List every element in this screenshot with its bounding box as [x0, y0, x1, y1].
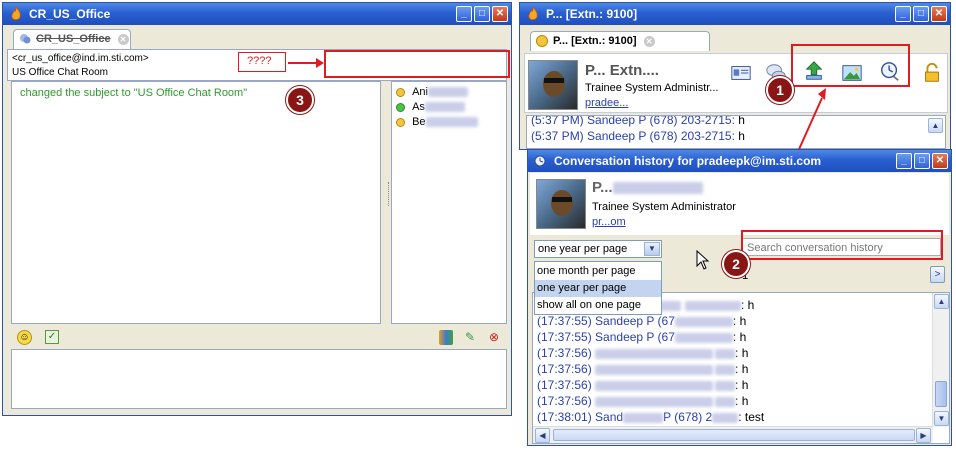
contact-email[interactable]: pradee... [585, 97, 628, 109]
page-size-select[interactable]: one year per page ▼ [534, 240, 662, 258]
compose-toolbar: ☺ ✓ ✎ ⊗ [11, 328, 507, 348]
close-tab-icon[interactable]: ✕ [643, 36, 655, 47]
window-title: Conversation history for pradeepk@im.sti… [554, 154, 822, 168]
im-transcript: (5:37 PM) Sandeep P (678) 203-2715: h (5… [526, 115, 946, 149]
tab-label: P... [Extn.: 9100] [553, 35, 637, 47]
close-button[interactable]: ✕ [492, 6, 508, 22]
chat-room-titlebar[interactable]: CR_US_Office _ □ ✕ [3, 3, 511, 25]
maximize-button[interactable]: □ [474, 6, 490, 22]
scroll-right-button[interactable]: ▶ [916, 428, 931, 443]
page-size-value: one year per page [538, 243, 628, 255]
scroll-thumb[interactable] [553, 429, 915, 441]
contact-title: Trainee System Administrator [592, 201, 736, 213]
im-titlebar[interactable]: P... [Extn.: 9100] _ □ ✕ [520, 3, 950, 25]
minimize-button[interactable]: _ [895, 6, 911, 22]
dropdown-option[interactable]: show all on one page [535, 297, 661, 314]
chat-transcript: changed the subject to "US Office Chat R… [11, 81, 381, 324]
annotation-toolbar-box [791, 44, 910, 87]
away-status-icon [396, 117, 405, 127]
dropdown-option-selected[interactable]: one year per page [535, 280, 661, 297]
next-page-button[interactable]: > [930, 266, 945, 283]
emoticon-icon[interactable]: ☺ [17, 330, 32, 345]
annotation-question-text: ???? [247, 55, 272, 67]
flame-icon [528, 6, 538, 21]
close-button[interactable]: ✕ [932, 153, 948, 169]
minimize-button[interactable]: _ [896, 153, 912, 169]
participant-item[interactable]: Ani [396, 86, 468, 98]
flame-icon [11, 6, 21, 21]
message-input[interactable] [11, 349, 507, 409]
contact-card-icon[interactable] [730, 62, 754, 86]
tab-chat-room[interactable]: CR_US_Office ✕ [13, 29, 131, 49]
mouse-cursor-icon [696, 250, 710, 270]
room-address: <cr_us_office@ind.im.sti.com> [12, 53, 149, 64]
history-line: (17:37:55) Sandeep P (67: h [537, 330, 747, 344]
chat-line: (5:37 PM) Sandeep P (678) 203-2715: h [531, 129, 745, 143]
dropdown-option[interactable]: one month per page [535, 263, 661, 280]
online-status-icon [396, 102, 405, 112]
scroll-left-button[interactable]: ◀ [535, 428, 550, 443]
chevron-down-icon[interactable]: ▼ [644, 242, 660, 256]
history-line: (17:38:01) Sand P (678) 2: test [537, 410, 765, 424]
horizontal-scrollbar[interactable]: ◀ ▶ [533, 426, 933, 443]
spell-check-icon[interactable]: ✓ [45, 330, 59, 344]
history-line: (17:37:56) : h [537, 378, 749, 392]
tab-im-contact[interactable]: P... [Extn.: 9100] ✕ [530, 31, 710, 51]
avatar [536, 179, 586, 229]
history-line: (17:37:56) : h [537, 394, 749, 408]
contact-name: P... Extn.... [585, 62, 659, 79]
participant-list: Ani As Be [388, 81, 507, 324]
avatar[interactable] [528, 60, 578, 110]
annotation-number-3: 3 [286, 86, 314, 114]
history-line: (17:37:56) : h [537, 362, 749, 376]
participant-name: As [412, 101, 425, 113]
splitter-grip[interactable] [388, 182, 390, 206]
annotation-question-box: ???? [238, 52, 286, 72]
participant-item[interactable]: As [396, 101, 465, 113]
annotation-arrow-right [288, 58, 324, 68]
room-name: US Office Chat Room [12, 67, 108, 78]
annotation-number-2: 2 [722, 250, 750, 278]
annotation-number-1: 1 [766, 76, 794, 104]
close-button[interactable]: ✕ [931, 6, 947, 22]
page-size-dropdown-list: one month per page one year per page sho… [534, 261, 662, 315]
close-tab-icon[interactable]: ✕ [117, 34, 129, 45]
history-window-icon [534, 155, 546, 167]
chat-line: (5:37 PM) Sandeep P (678) 203-2715: h [531, 115, 745, 127]
conversation-history-window: Conversation history for pradeepk@im.sti… [527, 149, 952, 446]
participant-name: Be [412, 116, 426, 128]
scroll-up-button[interactable]: ▲ [928, 118, 943, 133]
contact-email[interactable]: pr...om [592, 216, 626, 228]
scroll-thumb[interactable] [935, 381, 947, 407]
annotation-arrow-up [795, 88, 826, 157]
history-line: (17:37:56) : h [537, 346, 749, 360]
vertical-scrollbar[interactable]: ▲ ▼ [932, 293, 949, 427]
maximize-button[interactable]: □ [913, 6, 929, 22]
participant-name: Ani [412, 86, 428, 98]
history-contact-card: P... Trainee System Administrator pr...o… [530, 173, 949, 235]
lock-icon[interactable] [921, 62, 945, 86]
participant-item[interactable]: Be [396, 116, 478, 128]
annotation-subject-box [324, 50, 510, 78]
minimize-button[interactable]: _ [456, 6, 472, 22]
window-title: P... [Extn.: 9100] [546, 7, 638, 21]
scroll-up-button[interactable]: ▲ [934, 294, 949, 309]
subject-change-message: changed the subject to "US Office Chat R… [20, 87, 248, 99]
scroll-down-button[interactable]: ▼ [934, 411, 949, 426]
history-titlebar[interactable]: Conversation history for pradeepk@im.sti… [528, 150, 951, 172]
maximize-button[interactable]: □ [914, 153, 930, 169]
chat-room-icon [20, 34, 31, 44]
edit-icon[interactable]: ✎ [465, 330, 479, 344]
contact-title: Trainee System Administr... [585, 82, 719, 94]
history-line: (17:37:55) Sandeep P (67: h [537, 314, 747, 328]
contact-name: P... [592, 179, 703, 196]
window-title: CR_US_Office [29, 7, 111, 21]
annotation-search-box [741, 230, 943, 260]
invite-icon[interactable] [439, 330, 453, 345]
leave-room-icon[interactable]: ⊗ [489, 330, 503, 344]
away-status-icon [396, 87, 405, 97]
away-status-icon [536, 35, 548, 47]
tab-label: CR_US_Office [36, 33, 111, 45]
